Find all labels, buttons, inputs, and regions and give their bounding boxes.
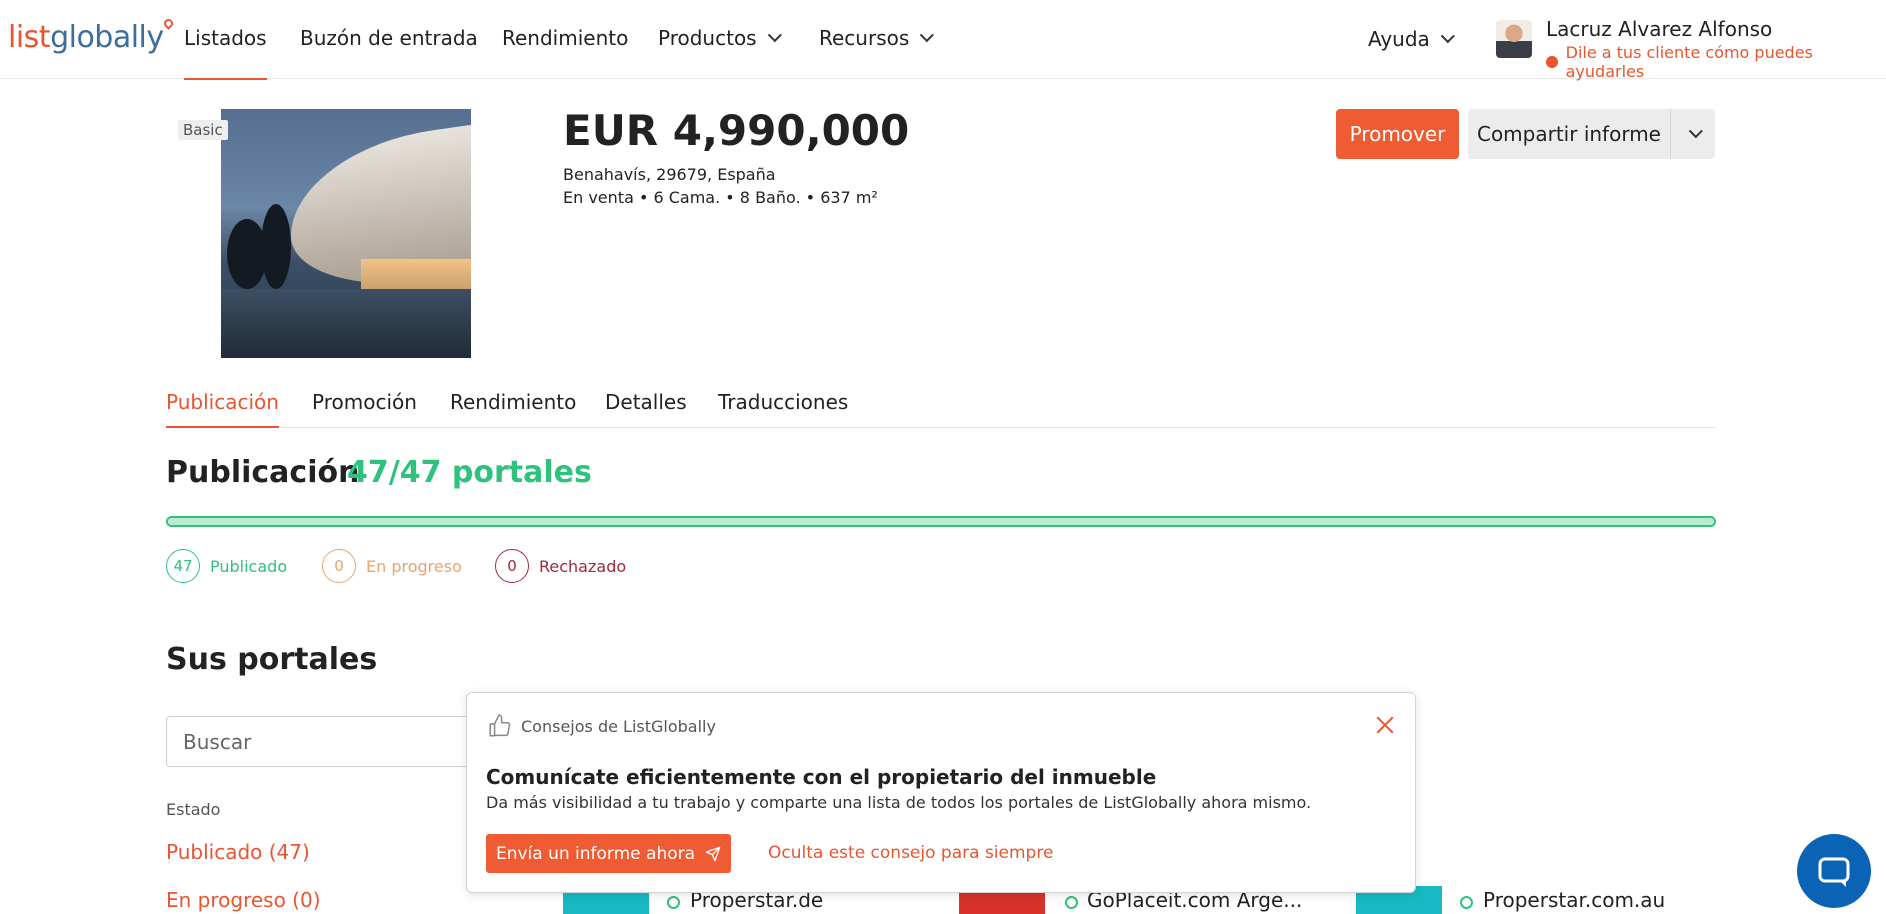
tip-header: Consejos de ListGlobally [487, 713, 716, 739]
stat-count: 47 [166, 549, 200, 583]
property-address: Benahavís, 29679, España [563, 165, 776, 184]
nav-item-rendimiento[interactable]: Rendimiento [502, 26, 628, 50]
nav-item-listados[interactable]: Listados [184, 26, 267, 80]
portal-search-input[interactable] [166, 716, 486, 767]
share-report-button[interactable]: Compartir informe [1468, 109, 1670, 159]
stat-in-progress[interactable]: 0 En progreso [322, 549, 462, 583]
user-avatar[interactable] [1496, 20, 1532, 58]
stat-count: 0 [322, 549, 356, 583]
tab-detalles[interactable]: Detalles [605, 390, 687, 426]
send-report-label: Envía un informe ahora [495, 843, 696, 864]
portals-title: Sus portales [166, 642, 378, 677]
tab-rendimiento[interactable]: Rendimiento [450, 390, 576, 426]
stat-published[interactable]: 47 Publicado [166, 549, 287, 583]
status-dot-icon [1460, 896, 1473, 909]
chevron-down-icon [767, 28, 782, 43]
nav-label: Listados [184, 26, 267, 50]
nav-label: Productos [658, 26, 757, 50]
plan-badge: Basic [178, 120, 228, 140]
hide-tip-link[interactable]: Oculta este consejo para siempre [768, 843, 1053, 863]
nav-label: Recursos [819, 26, 910, 50]
user-tip-link[interactable]: Dile a tus cliente cómo puedes ayudarles [1546, 43, 1886, 81]
share-report-dropdown[interactable] [1670, 109, 1715, 159]
photo-pool-reflection [221, 289, 471, 358]
publication-count: 47/47 portales [347, 455, 592, 490]
help-label: Ayuda [1368, 27, 1430, 51]
send-report-button[interactable]: Envía un informe ahora [486, 834, 731, 873]
notification-dot-icon [1546, 56, 1558, 68]
status-dot-icon [667, 896, 680, 909]
chevron-down-icon [1440, 29, 1455, 44]
property-price: EUR 4,990,000 [563, 106, 910, 155]
tip-title: Comunícate eficientemente con el propiet… [486, 765, 1157, 789]
chevron-down-icon [1688, 124, 1703, 139]
nav-label: Buzón de entrada [300, 26, 478, 50]
tips-popup: Consejos de ListGlobally Comunícate efic… [466, 692, 1416, 893]
stat-label: En progreso [366, 556, 462, 576]
property-specs: En venta • 6 Cama. • 8 Baño. • 637 m² [563, 188, 878, 207]
listglobally-logo[interactable]: listglobally [8, 17, 175, 55]
send-icon [705, 846, 721, 861]
promote-button[interactable]: Promover [1336, 109, 1459, 159]
stat-label: Rechazado [539, 556, 627, 576]
portal-name: Properstar.com.au [1483, 888, 1666, 912]
user-tip-text: Dile a tus cliente cómo puedes ayudarles [1565, 43, 1813, 81]
chevron-down-icon [920, 28, 935, 43]
photo-tree [261, 204, 291, 289]
tab-traducciones[interactable]: Traducciones [718, 390, 848, 426]
top-navigation-bar: listglobally Listados Buzón de entrada R… [0, 0, 1886, 81]
publication-title: Publicación [166, 455, 360, 490]
close-icon[interactable] [1375, 715, 1395, 735]
status-filter-label: Estado [166, 800, 221, 819]
publication-progress-bar [166, 516, 1716, 527]
chat-icon [1818, 857, 1850, 887]
stat-rejected[interactable]: 0 Rechazado [495, 549, 626, 583]
chat-button[interactable] [1797, 834, 1871, 908]
help-menu[interactable]: Ayuda [1368, 27, 1455, 51]
thumbs-up-icon [489, 714, 511, 737]
logo-text-part1: list [8, 20, 51, 55]
user-name[interactable]: Lacruz Alvarez Alfonso [1546, 17, 1772, 41]
tip-description: Da más visibilidad a tu trabajo y compar… [486, 793, 1312, 812]
nav-label: Rendimiento [502, 26, 629, 50]
property-tabs: Publicación Promoción Rendimiento Detall… [166, 390, 1716, 428]
progress-fill [168, 518, 1714, 525]
tip-header-text: Consejos de ListGlobally [521, 716, 716, 736]
filter-published[interactable]: Publicado (47) [166, 840, 310, 864]
filter-in-progress[interactable]: En progreso (0) [166, 888, 321, 912]
stat-count: 0 [495, 549, 529, 583]
nav-item-productos[interactable]: Productos [658, 26, 782, 50]
tab-publicacion[interactable]: Publicación [166, 390, 279, 428]
nav-item-buzon[interactable]: Buzón de entrada [300, 26, 478, 50]
stat-label: Publicado [210, 556, 288, 576]
nav-item-recursos[interactable]: Recursos [819, 26, 935, 50]
logo-text-part2: globally [50, 20, 164, 55]
property-photo[interactable] [221, 109, 471, 358]
status-dot-icon [1065, 896, 1078, 909]
tab-promocion[interactable]: Promoción [312, 390, 417, 426]
location-pin-icon [161, 17, 175, 30]
